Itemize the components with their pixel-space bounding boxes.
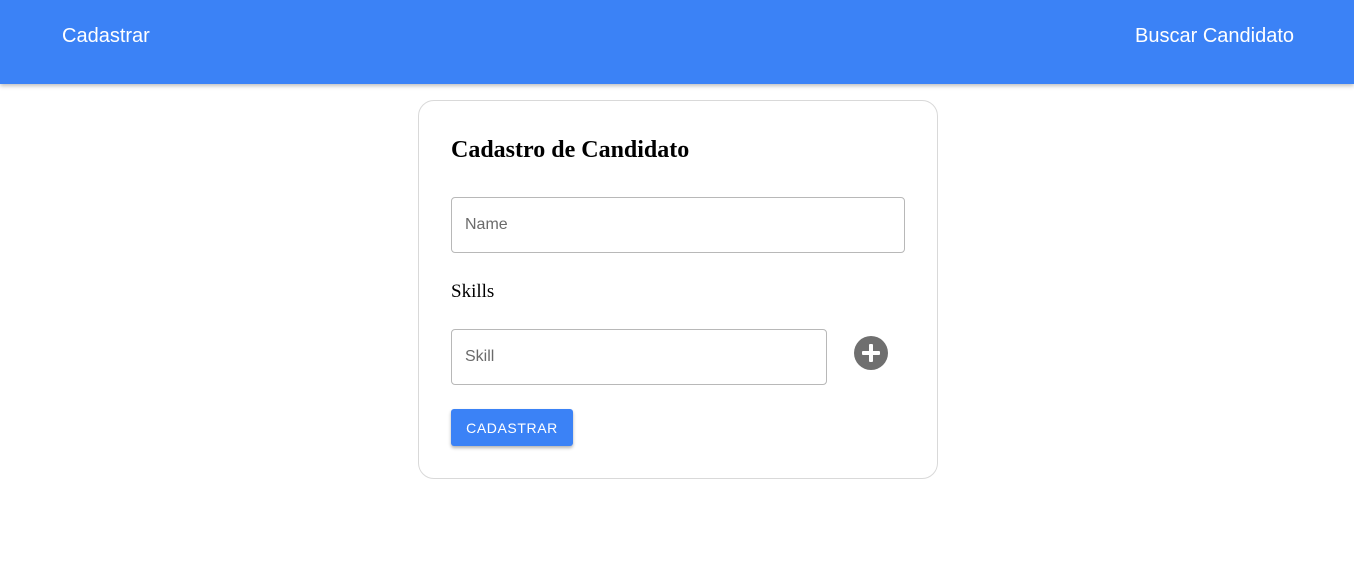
candidate-form-card: Cadastro de Candidato Skills CADASTRAR [418,100,938,479]
name-input[interactable] [451,197,905,253]
top-app-bar: Cadastrar Buscar Candidato [0,0,1354,84]
form-title: Cadastro de Candidato [451,137,690,163]
plus-circle-icon [854,336,888,370]
add-skill-button[interactable] [854,336,888,370]
skill-input[interactable] [451,329,827,385]
nav-cadastrar-link[interactable]: Cadastrar [62,24,150,48]
cadastrar-submit-button[interactable]: CADASTRAR [451,409,573,446]
nav-buscar-candidato-link[interactable]: Buscar Candidato [1135,24,1294,48]
skills-label: Skills [451,281,495,302]
